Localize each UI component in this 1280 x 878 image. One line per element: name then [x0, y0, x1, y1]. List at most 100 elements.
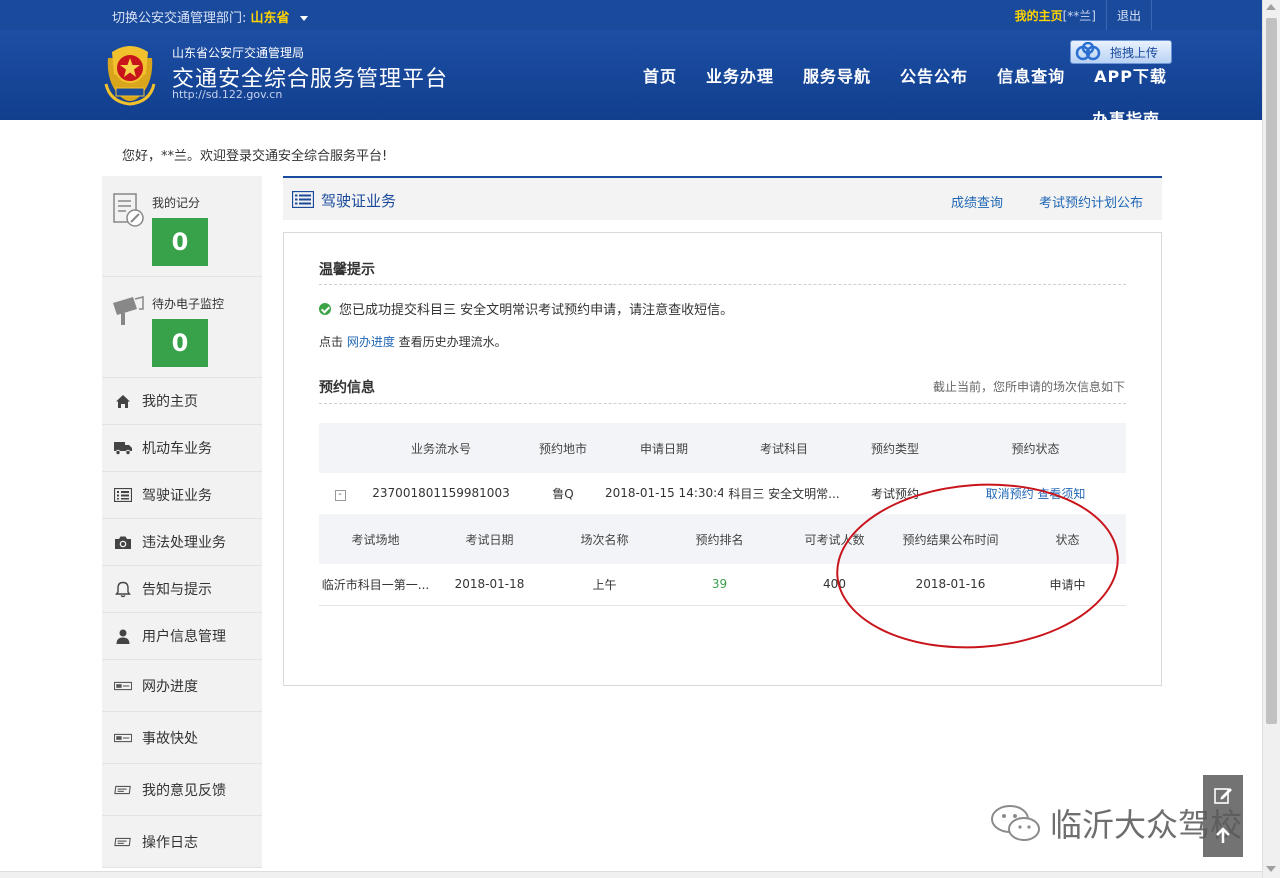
table-row: 临沂市科目一第一... 2018-01-18 上午 39 400 2018-01…: [319, 564, 1126, 606]
sidebar-item-label: 驾驶证业务: [142, 488, 212, 504]
welcome-message: 您好，**兰。欢迎登录交通安全综合服务平台!: [122, 149, 388, 164]
sidebar-item-accident[interactable]: 事故快处: [102, 712, 262, 764]
sidebar-item-label: 操作日志: [142, 834, 198, 851]
collapse-toggle-icon[interactable]: -: [334, 489, 346, 501]
sidebar-item-feedback[interactable]: 我的意见反馈: [102, 764, 262, 816]
list-icon: [114, 486, 132, 504]
stat-label: 我的记分: [152, 196, 201, 210]
history-pre: 点击: [319, 335, 347, 349]
section-title: 驾驶证业务: [321, 192, 397, 210]
divider: [319, 403, 1126, 404]
caret-down-icon[interactable]: [299, 16, 308, 21]
department-switch[interactable]: 切换公安交通管理部门: 山东省: [112, 7, 308, 26]
booking-note: 截止当前，您所申请的场次信息如下: [932, 380, 1125, 394]
points-value[interactable]: 0: [152, 218, 208, 266]
sidebar-item-vehicle[interactable]: 机动车业务: [102, 425, 262, 472]
sidebar-item-label: 机动车业务: [142, 441, 212, 457]
nav-app-download[interactable]: APP下载: [1094, 63, 1167, 87]
history-hint: 点击 网办进度 查看历史办理流水。: [319, 333, 507, 350]
divider: [319, 284, 1126, 285]
stat-pending-monitor[interactable]: 待办电子监控 0: [102, 277, 262, 378]
table-header: 预约结果公布时间: [892, 514, 1009, 564]
floating-toolbar: [1203, 775, 1243, 857]
sidebar-item-label: 我的主页: [142, 394, 198, 410]
sidebar-item-home[interactable]: 我的主页: [102, 378, 262, 425]
nav-guide-overflow[interactable]: 办事指南: [1092, 106, 1160, 120]
nav-service-guide[interactable]: 服务导航: [803, 63, 871, 87]
nav-home[interactable]: 首页: [643, 63, 677, 87]
nav-business[interactable]: 业务办理: [706, 63, 774, 87]
main-nav: 首页 业务办理 服务导航 公告公布 信息查询 APP下载: [643, 63, 1196, 87]
table-row: - 237001801159981003 鲁Q 2018-01-15 14:30…: [319, 473, 1126, 515]
sidebar-item-notice[interactable]: 告知与提示: [102, 566, 262, 613]
username: [**兰]: [1062, 8, 1096, 23]
table-header: 预约状态: [945, 423, 1126, 473]
check-circle-icon: [319, 302, 331, 315]
subject-cell: 科目三 安全文明常...: [723, 473, 845, 515]
drag-upload-button[interactable]: 拖拽上传: [1070, 40, 1172, 64]
table-header-row: 业务流水号 预约地市 申请日期 考试科目 预约类型 预约状态: [319, 423, 1126, 473]
my-home-link[interactable]: 我的主页: [1015, 7, 1063, 24]
baidu-cloud-icon: [1075, 42, 1101, 61]
license-business-bar: 驾驶证业务 成绩查询 考试预约计划公布: [283, 176, 1162, 220]
logout-link[interactable]: 退出: [1117, 7, 1141, 24]
sidebar-item-label: 告知与提示: [142, 582, 212, 598]
user-links: 我的主页 [**兰] 退出: [1015, 0, 1162, 30]
rank-cell: 39: [662, 564, 777, 606]
sidebar-item-progress[interactable]: 网办进度: [102, 660, 262, 712]
stat-label: 待办电子监控: [152, 297, 225, 311]
scroll-up-arrow-icon[interactable]: [1266, 4, 1276, 10]
type-cell: 考试预约: [845, 473, 945, 515]
back-to-top-icon[interactable]: [1213, 825, 1233, 845]
divider: [1105, 0, 1107, 30]
progress-link[interactable]: 网办进度: [347, 335, 395, 349]
org-name: 山东省公安厅交通管理局: [172, 46, 305, 60]
exam-date-cell: 2018-01-18: [432, 564, 547, 606]
monitor-value[interactable]: 0: [152, 319, 208, 367]
province-select[interactable]: 山东省: [251, 11, 290, 26]
tip-heading: 温馨提示: [319, 262, 375, 278]
sidebar-item-label: 网办进度: [142, 678, 198, 695]
wechat-icon: [991, 805, 1040, 841]
edit-icon[interactable]: [1213, 785, 1233, 805]
view-notice-link[interactable]: 查看须知: [1037, 487, 1085, 501]
status-cell: 申请中: [1009, 564, 1126, 606]
nav-announcements[interactable]: 公告公布: [900, 63, 968, 87]
sidebar-item-license[interactable]: 驾驶证业务: [102, 472, 262, 519]
table-header: 预约地市: [521, 423, 605, 473]
log-icon: [114, 833, 132, 851]
sidebar-item-log[interactable]: 操作日志: [102, 816, 262, 868]
horizontal-scrollbar[interactable]: [0, 871, 1262, 878]
history-post: 查看历史办理流水。: [394, 335, 507, 349]
table-header: 可考试人数: [777, 514, 892, 564]
exam-plan-link[interactable]: 考试预约计划公布: [1039, 192, 1143, 211]
sidebar-item-user-info[interactable]: 用户信息管理: [102, 613, 262, 660]
scroll-down-arrow-icon[interactable]: [1266, 866, 1276, 872]
table-header: 业务流水号: [361, 423, 521, 473]
sidebar-item-violation[interactable]: 违法处理业务: [102, 519, 262, 566]
score-query-link[interactable]: 成绩查询: [951, 192, 1003, 211]
nav-info-query[interactable]: 信息查询: [997, 63, 1065, 87]
city-cell: 鲁Q: [521, 473, 605, 515]
stat-my-points[interactable]: 我的记分 0: [102, 176, 262, 277]
list-icon: [292, 191, 314, 208]
publish-time-cell: 2018-01-16: [892, 564, 1009, 606]
camera-icon: [114, 533, 132, 551]
table-header: 考试科目: [723, 423, 845, 473]
scroll-thumb[interactable]: [1266, 18, 1277, 724]
user-icon: [114, 627, 132, 645]
venue-cell: 临沂市科目一第一...: [319, 564, 432, 606]
upload-label: 拖拽上传: [1110, 45, 1159, 60]
table-header: 场次名称: [547, 514, 662, 564]
license-edit-icon: [113, 193, 144, 227]
serial-cell: 237001801159981003: [361, 473, 521, 515]
actions-cell: 取消预约 查看须知: [945, 473, 1126, 515]
table-header: 申请日期: [605, 423, 723, 473]
switch-label: 切换公安交通管理部门:: [112, 11, 247, 26]
session-cell: 上午: [547, 564, 662, 606]
divider: [1151, 0, 1152, 30]
vertical-scrollbar[interactable]: [1262, 0, 1280, 878]
content-panel: 温馨提示 您已成功提交科目三 安全文明常识考试预约申请，请注意查收短信。 点击 …: [283, 232, 1162, 686]
feedback-icon: [114, 781, 132, 799]
cancel-booking-link[interactable]: 取消预约: [986, 487, 1034, 501]
